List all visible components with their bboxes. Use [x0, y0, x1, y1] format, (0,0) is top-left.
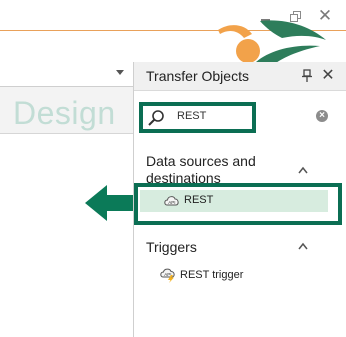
- pin-icon[interactable]: [302, 69, 312, 83]
- list-item-rest[interactable]: API REST: [134, 183, 342, 225]
- chevron-up-icon[interactable]: [298, 242, 308, 250]
- chevron-up-icon[interactable]: [298, 166, 308, 174]
- design-canvas: [0, 134, 133, 337]
- rest-api-icon: API: [164, 196, 179, 206]
- panel-header: Transfer Objects ✕: [134, 62, 346, 91]
- list-item-label: REST trigger: [180, 269, 244, 281]
- tab-dropdown-icon[interactable]: [116, 70, 124, 75]
- list-item-label: REST: [184, 194, 214, 206]
- search-value: REST: [177, 110, 207, 122]
- callout-arrow-icon: [85, 185, 135, 221]
- clear-search-icon[interactable]: ×: [316, 110, 328, 122]
- search-icon: [148, 110, 164, 126]
- search-input[interactable]: REST: [139, 102, 256, 133]
- design-label: Design: [13, 95, 116, 131]
- list-item-rest-trigger[interactable]: API REST trigger: [148, 266, 328, 284]
- rest-trigger-icon: API: [160, 268, 175, 283]
- panel-close-button[interactable]: ✕: [320, 65, 336, 85]
- transfer-objects-panel: Transfer Objects ✕ REST × Data sources a…: [133, 62, 346, 337]
- editor-tabstrip: [0, 63, 133, 87]
- section-title-data-sources[interactable]: Data sources and destinations: [146, 153, 296, 187]
- section-title-triggers[interactable]: Triggers: [146, 239, 197, 256]
- panel-title: Transfer Objects: [146, 68, 249, 84]
- svg-text:API: API: [168, 200, 175, 205]
